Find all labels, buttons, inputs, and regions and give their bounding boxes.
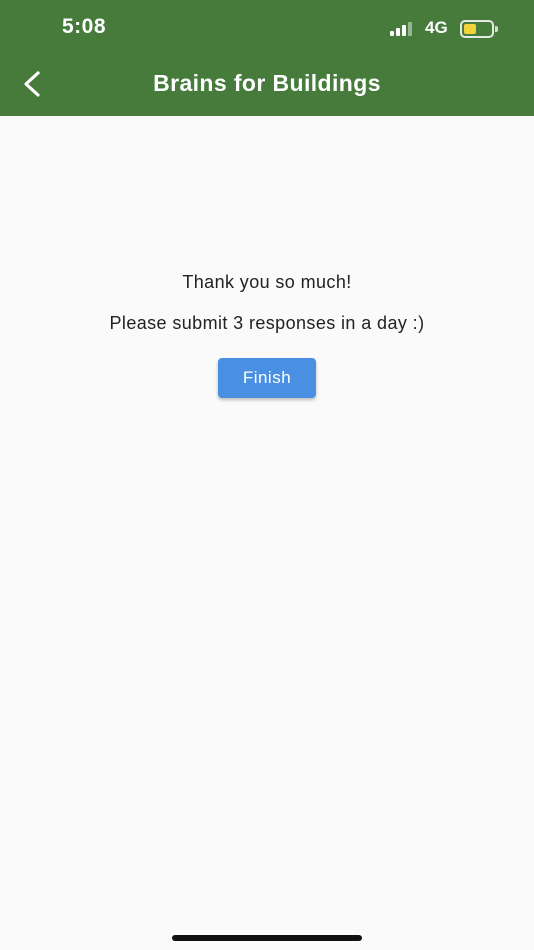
page-title: Brains for Buildings (153, 70, 381, 96)
main-content: Thank you so much! Please submit 3 respo… (0, 116, 534, 950)
status-time: 5:08 (62, 15, 107, 38)
home-indicator[interactable] (172, 935, 362, 941)
instruction-message: Please submit 3 responses in a day :) (109, 313, 425, 333)
battery-level (464, 24, 476, 34)
app-header: 5:08 4G Brains for Buildings (0, 0, 534, 116)
thank-you-message: Thank you so much! (182, 272, 352, 292)
status-bar: 5:08 4G (0, 0, 534, 58)
completion-screen: 5:08 4G Brains for Buildings Thank you s… (0, 0, 534, 950)
battery-icon (460, 20, 494, 38)
finish-button[interactable]: Finish (218, 358, 316, 398)
network-type: 4G (425, 18, 448, 37)
signal-strength-icon (390, 22, 418, 36)
battery-tip (495, 26, 498, 32)
